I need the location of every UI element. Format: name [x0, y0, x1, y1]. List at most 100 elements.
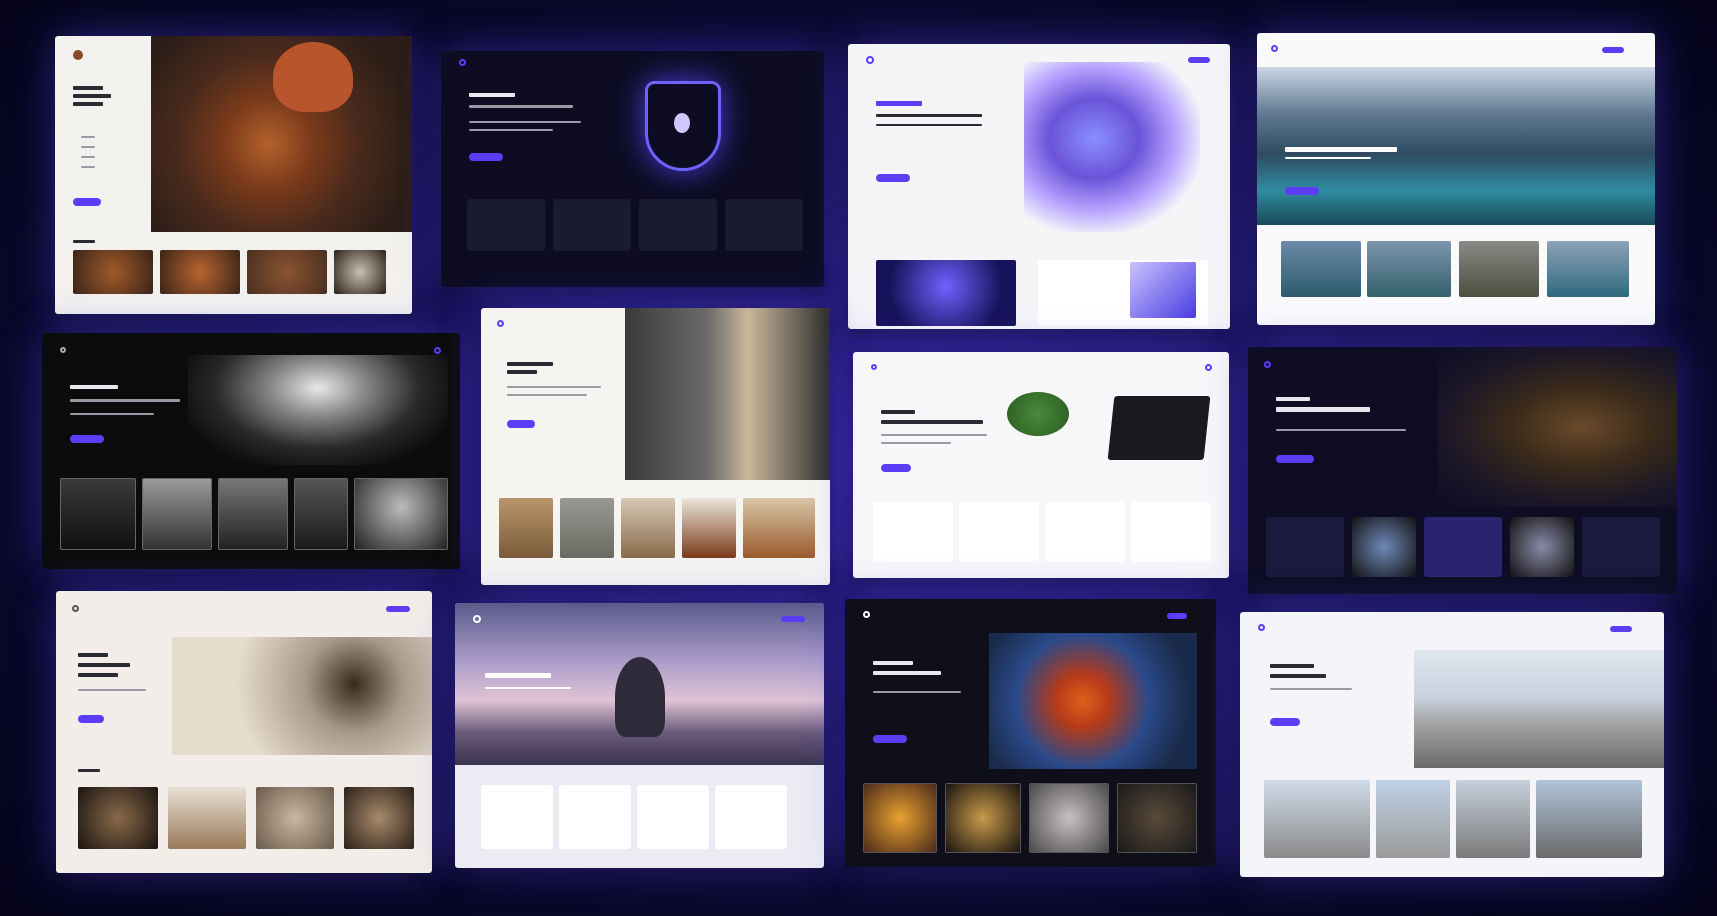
nav-item[interactable]: [81, 166, 95, 168]
profile-icon[interactable]: [1205, 364, 1212, 371]
feature-tile[interactable]: [1424, 517, 1502, 577]
feature-tile[interactable]: [481, 785, 553, 849]
thumbnail[interactable]: [334, 250, 386, 294]
thumbnail[interactable]: [247, 250, 327, 294]
cta-button[interactable]: [873, 735, 907, 743]
body-text: [1270, 688, 1352, 690]
thumbnail[interactable]: [354, 478, 448, 550]
thumbnail[interactable]: [1536, 780, 1642, 858]
section-title: [78, 769, 100, 772]
thumbnail[interactable]: [160, 250, 240, 294]
travel-site-card: [1257, 33, 1655, 325]
feature-tile[interactable]: [725, 199, 803, 251]
workspace-site-card: [853, 352, 1229, 578]
cta-button[interactable]: [876, 174, 910, 182]
logo-icon: [473, 615, 481, 623]
thumbnail[interactable]: [256, 787, 334, 849]
product-card[interactable]: [621, 498, 675, 558]
heading: [876, 114, 982, 117]
thumbnail[interactable]: [1029, 783, 1109, 853]
mountain-image: [188, 355, 448, 465]
feature-tile[interactable]: [1131, 502, 1211, 562]
heading: [78, 653, 108, 657]
feature-tile[interactable]: [639, 199, 717, 251]
nav-button[interactable]: [781, 616, 805, 622]
reader-image: [1438, 347, 1677, 507]
heading: [873, 671, 941, 675]
cta-button[interactable]: [73, 198, 101, 206]
nav-button[interactable]: [1602, 47, 1624, 53]
food-site-card: [55, 36, 412, 314]
thumbnail[interactable]: [863, 783, 937, 853]
thumbnail[interactable]: [1456, 780, 1530, 858]
feature-tile[interactable]: [715, 785, 787, 849]
product-card[interactable]: [560, 498, 614, 558]
cta-button[interactable]: [1285, 187, 1319, 195]
feature-tile[interactable]: [553, 199, 631, 251]
product-card[interactable]: [499, 498, 553, 558]
cta-button[interactable]: [70, 435, 104, 443]
feature-tile[interactable]: [1045, 502, 1125, 562]
profile-icon[interactable]: [434, 347, 441, 354]
nav-button[interactable]: [1610, 626, 1632, 632]
cta-button[interactable]: [507, 420, 535, 428]
cta-button[interactable]: [881, 464, 911, 472]
feature-tile[interactable]: [959, 502, 1039, 562]
thumbnail[interactable]: [73, 250, 153, 294]
architecture-site-card: [1240, 612, 1664, 877]
nav-button[interactable]: [386, 606, 410, 612]
thumbnail[interactable]: [1367, 241, 1451, 297]
feature-tile[interactable]: [1510, 517, 1574, 577]
heading: [78, 673, 118, 677]
thumbnail[interactable]: [1459, 241, 1539, 297]
body-text: [1276, 429, 1406, 431]
thumbnail[interactable]: [945, 783, 1021, 853]
cta-button[interactable]: [1276, 455, 1314, 463]
journal-image: [172, 637, 432, 755]
thumbnail[interactable]: [344, 787, 414, 849]
nav-item[interactable]: [81, 156, 95, 158]
heading: [1285, 147, 1397, 152]
thumbnail[interactable]: [218, 478, 288, 550]
thumbnail[interactable]: [1376, 780, 1450, 858]
thumbnail[interactable]: [1547, 241, 1629, 297]
thumbnail[interactable]: [142, 478, 212, 550]
heading: [73, 102, 103, 106]
ai-site-card: [848, 44, 1230, 329]
feature-tile[interactable]: [637, 785, 709, 849]
product-card[interactable]: [743, 498, 815, 558]
security-site-card: [441, 51, 824, 287]
feature-tile[interactable]: [873, 502, 953, 562]
nav-item[interactable]: [81, 146, 95, 148]
promo-card[interactable]: [876, 260, 1016, 326]
tagine-lid: [273, 42, 353, 112]
collage-background: { "collage": { "cards": [ {"name": "food…: [0, 0, 1717, 916]
cta-button[interactable]: [1270, 718, 1300, 726]
cta-button[interactable]: [78, 715, 104, 723]
heading: [78, 663, 130, 667]
logo-icon: [871, 364, 877, 370]
thumbnail[interactable]: [1117, 783, 1197, 853]
yoga-figure: [615, 657, 665, 737]
nav-item[interactable]: [81, 136, 95, 138]
feature-tile[interactable]: [1582, 517, 1660, 577]
feature-tile[interactable]: [1352, 517, 1416, 577]
body-text: [507, 386, 601, 388]
feature-tile[interactable]: [467, 199, 545, 251]
product-card[interactable]: [682, 498, 736, 558]
thumbnail[interactable]: [1281, 241, 1361, 297]
heading: [873, 661, 913, 665]
heading: [507, 370, 537, 374]
thumbnail[interactable]: [60, 478, 136, 550]
feature-tile[interactable]: [559, 785, 631, 849]
cta-button[interactable]: [469, 153, 503, 161]
thumbnail[interactable]: [294, 478, 348, 550]
thumbnail[interactable]: [168, 787, 246, 849]
building-image: [1414, 650, 1664, 768]
body-text: [469, 129, 553, 131]
heading: [485, 673, 551, 678]
nav-button[interactable]: [1167, 613, 1187, 619]
thumbnail[interactable]: [1264, 780, 1370, 858]
feature-tile[interactable]: [1266, 517, 1344, 577]
thumbnail[interactable]: [78, 787, 158, 849]
